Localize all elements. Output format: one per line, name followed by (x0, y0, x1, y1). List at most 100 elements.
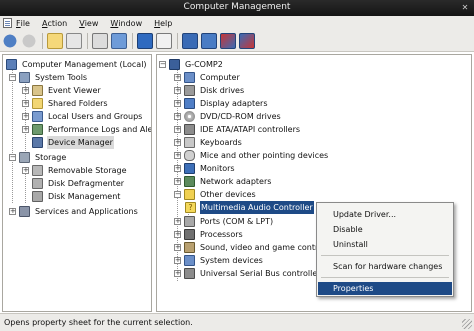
forward-icon[interactable] (21, 32, 37, 49)
show-hide-tree-icon[interactable] (66, 32, 82, 49)
tree-item-keyboards[interactable]: + Keyboards (174, 136, 243, 149)
tree-item-processors[interactable]: + Processors (174, 228, 244, 241)
tree-item-local-users[interactable]: + Local Users and Groups (22, 110, 143, 123)
tree-item-multimedia-audio-controller[interactable]: ? Multimedia Audio Controller (185, 201, 314, 214)
tree-item-shared-folders[interactable]: + Shared Folders (22, 97, 109, 110)
expand-icon[interactable]: + (174, 244, 181, 251)
tree-item-disk-defragmenter[interactable]: Disk Defragmenter (32, 177, 125, 190)
tree-item-performance-logs[interactable]: + Performance Logs and Aler (22, 123, 151, 136)
menu-item-uninstall[interactable]: Uninstall (318, 238, 452, 251)
expand-icon[interactable]: + (9, 208, 16, 215)
tree-item-other-devices[interactable]: − Other devices (174, 188, 257, 201)
expand-icon[interactable]: + (174, 87, 181, 94)
menu-item-properties[interactable]: Properties (318, 282, 452, 295)
tree-item-computer-management[interactable]: Computer Management (Local) (6, 58, 148, 71)
refresh-icon[interactable] (111, 32, 127, 49)
toolbar-separator (87, 32, 88, 49)
collapse-icon[interactable]: − (9, 154, 16, 161)
scan-hardware-icon[interactable] (182, 32, 198, 49)
expand-icon[interactable]: + (22, 100, 29, 107)
expand-icon[interactable]: + (174, 178, 181, 185)
menu-window[interactable]: Window (110, 19, 142, 28)
uninstall-device-icon[interactable] (220, 32, 236, 49)
expand-icon[interactable]: + (22, 167, 29, 174)
toolbar-separator (42, 32, 43, 49)
expand-icon[interactable]: + (174, 100, 181, 107)
expand-icon[interactable]: + (174, 113, 181, 120)
disable-device-icon[interactable] (239, 32, 255, 49)
expand-icon[interactable]: + (174, 152, 181, 159)
tree-item-ide-controllers[interactable]: + IDE ATA/ATAPI controllers (174, 123, 301, 136)
status-bar: Opens property sheet for the current sel… (0, 313, 474, 331)
system-device-icon (184, 255, 195, 266)
dvd-drive-icon (184, 111, 195, 122)
expand-icon[interactable]: + (174, 218, 181, 225)
tree-item-dvd-cdrom-drives[interactable]: + DVD/CD-ROM drives (174, 110, 282, 123)
tree-item-usb-controllers[interactable]: + Universal Serial Bus controllers (174, 267, 326, 280)
menu-action[interactable]: Action (42, 19, 67, 28)
tree-item-network-adapters[interactable]: + Network adapters (174, 175, 272, 188)
sound-icon (184, 242, 195, 253)
monitor-icon (184, 163, 195, 174)
processor-icon (184, 229, 195, 240)
tree-line (12, 69, 13, 203)
collapse-icon[interactable]: − (159, 61, 166, 68)
toolbar-separator (177, 32, 178, 49)
print-icon[interactable] (92, 32, 108, 49)
expand-icon[interactable]: + (174, 74, 181, 81)
back-icon[interactable] (2, 32, 18, 49)
tree-item-disk-drives[interactable]: + Disk drives (174, 84, 245, 97)
tree-item-monitors[interactable]: + Monitors (174, 162, 236, 175)
menu-item-disable[interactable]: Disable (318, 223, 452, 236)
toolbar-separator (132, 32, 133, 49)
tree-item-display-adapters[interactable]: + Display adapters (174, 97, 269, 110)
tree-item-g-comp2[interactable]: − G-COMP2 (159, 58, 224, 71)
title-bar: Computer Management ✕ (0, 0, 474, 16)
expand-icon[interactable]: + (22, 113, 29, 120)
event-viewer-icon (32, 85, 43, 96)
network-adapter-icon (184, 176, 195, 187)
menu-item-scan-hardware[interactable]: Scan for hardware changes (318, 260, 452, 273)
menu-item-update-driver[interactable]: Update Driver... (318, 208, 452, 221)
console-tree-pane[interactable]: Computer Management (Local) − System Too… (2, 54, 152, 312)
console-document-icon[interactable] (3, 18, 12, 28)
expand-icon[interactable]: + (174, 139, 181, 146)
tree-item-device-manager[interactable]: Device Manager (32, 136, 114, 149)
status-text: Opens property sheet for the current sel… (4, 318, 193, 327)
expand-icon[interactable]: + (174, 231, 181, 238)
tools-icon (19, 72, 30, 83)
close-icon[interactable]: ✕ (460, 3, 470, 13)
tree-item-computer[interactable]: + Computer (174, 71, 241, 84)
expand-icon[interactable]: + (174, 126, 181, 133)
expand-icon[interactable]: + (22, 87, 29, 94)
expand-icon[interactable]: + (22, 126, 29, 133)
defragmenter-icon (32, 178, 43, 189)
expand-icon[interactable]: + (174, 165, 181, 172)
update-driver-icon[interactable] (201, 32, 217, 49)
tree-item-services-applications[interactable]: + Services and Applications (9, 205, 139, 218)
tree-item-event-viewer[interactable]: + Event Viewer (22, 84, 102, 97)
tree-item-ports[interactable]: + Ports (COM & LPT) (174, 215, 274, 228)
context-menu: Update Driver... Disable Uninstall Scan … (316, 202, 454, 297)
resize-grip-icon[interactable] (462, 319, 472, 329)
collapse-icon[interactable]: − (174, 191, 181, 198)
menu-separator (321, 255, 449, 256)
tree-item-system-tools[interactable]: − System Tools (9, 71, 88, 84)
up-folder-icon[interactable] (47, 32, 63, 49)
tree-item-mice[interactable]: + Mice and other pointing devices (174, 149, 329, 162)
expand-icon[interactable]: + (174, 270, 181, 277)
menu-help[interactable]: Help (154, 19, 172, 28)
removable-storage-icon (32, 165, 43, 176)
tree-item-system-devices[interactable]: + System devices (174, 254, 264, 267)
expand-icon[interactable]: + (174, 257, 181, 264)
tree-item-removable-storage[interactable]: + Removable Storage (22, 164, 128, 177)
shared-folder-icon (32, 98, 43, 109)
display-adapter-icon (184, 98, 195, 109)
collapse-icon[interactable]: − (9, 74, 16, 81)
properties-icon[interactable] (156, 32, 172, 49)
menu-view[interactable]: View (79, 19, 98, 28)
menu-file[interactable]: File (16, 19, 30, 28)
tree-item-storage[interactable]: − Storage (9, 151, 67, 164)
tree-item-disk-management[interactable]: Disk Management (32, 190, 121, 203)
help-icon[interactable] (137, 32, 153, 49)
